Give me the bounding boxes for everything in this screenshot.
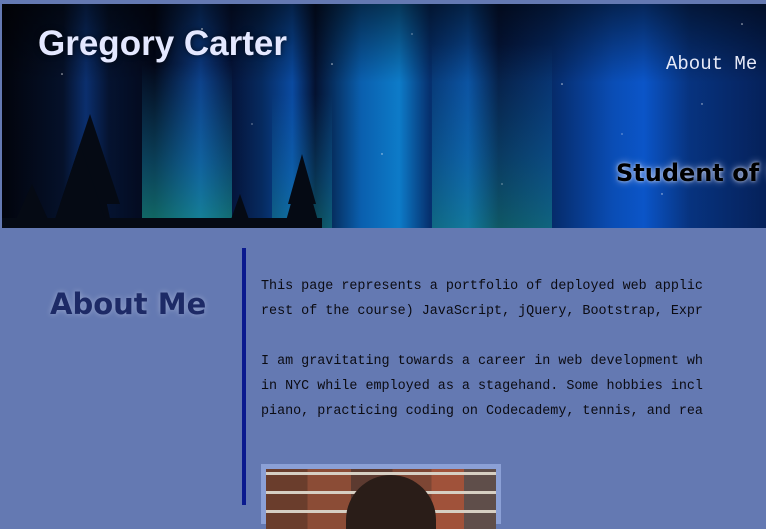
career-line: I am gravitating towards a career in web… [261,354,703,369]
tagline: Student of U [616,159,766,187]
profile-photo-frame [261,464,501,529]
about-heading: About Me [50,287,207,321]
intro-line: rest of the course) JavaScript, jQuery, … [261,304,703,319]
about-content: This page represents a portfolio of depl… [261,274,766,449]
career-line: in NYC while employed as a stagehand. So… [261,379,703,394]
career-paragraph: I am gravitating towards a career in web… [261,349,766,424]
portrait-hair [346,475,436,529]
career-line: piano, practicing coding on Codecademy, … [261,404,703,419]
nav-link-about[interactable]: About Me [666,53,757,75]
section-divider [242,248,246,505]
intro-paragraph: This page represents a portfolio of depl… [261,274,766,324]
site-title: Gregory Carter [38,24,287,63]
header-banner: Gregory Carter About Me Student of U [2,4,766,228]
intro-line: This page represents a portfolio of depl… [261,279,703,294]
profile-photo [266,469,496,529]
